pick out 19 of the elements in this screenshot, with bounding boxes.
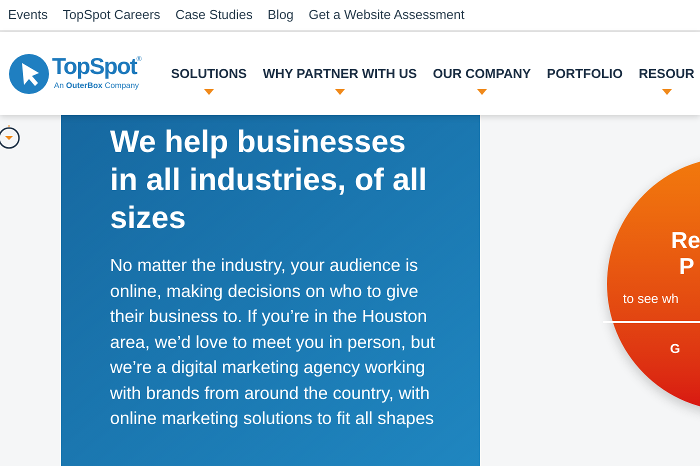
nav-link[interactable]: WHY PARTNER WITH US	[262, 64, 417, 84]
promo-subtitle: to see wh	[623, 290, 680, 308]
top-link[interactable]: Get a Website Assessment	[308, 5, 465, 25]
promo-link[interactable]: G	[670, 338, 700, 358]
top-link[interactable]: Blog	[268, 5, 294, 25]
hero-paragraph: No matter the industry, your audience is online, making decisions on who to give their business to. If you’re in the Houston area, we’d love to meet you in person, but we’re a digital marketing agency working with brands from around the country, with online marketing solutions to fit all shapes	[110, 254, 436, 430]
logo-text: TopSpot	[52, 55, 137, 78]
top-link[interactable]: Events	[8, 5, 48, 25]
nav-link[interactable]: SOLUTIONS	[171, 64, 247, 84]
nav-link[interactable]: PORTFOLIO	[546, 64, 623, 84]
promo-title: P	[678, 253, 696, 279]
top-link[interactable]: TopSpot Careers	[62, 5, 160, 25]
logo-tagline: An OuterBox Company	[54, 80, 140, 92]
top-link[interactable]: Case Studies	[175, 5, 253, 25]
promo-title: Re	[670, 227, 700, 253]
nav-link[interactable]: OUR COMPANY	[432, 64, 531, 84]
hero-heading: We help businesses in all industries, of all sizes	[110, 123, 428, 237]
nav-link[interactable]: RESOUR	[638, 64, 694, 84]
logo-icon	[8, 52, 50, 94]
